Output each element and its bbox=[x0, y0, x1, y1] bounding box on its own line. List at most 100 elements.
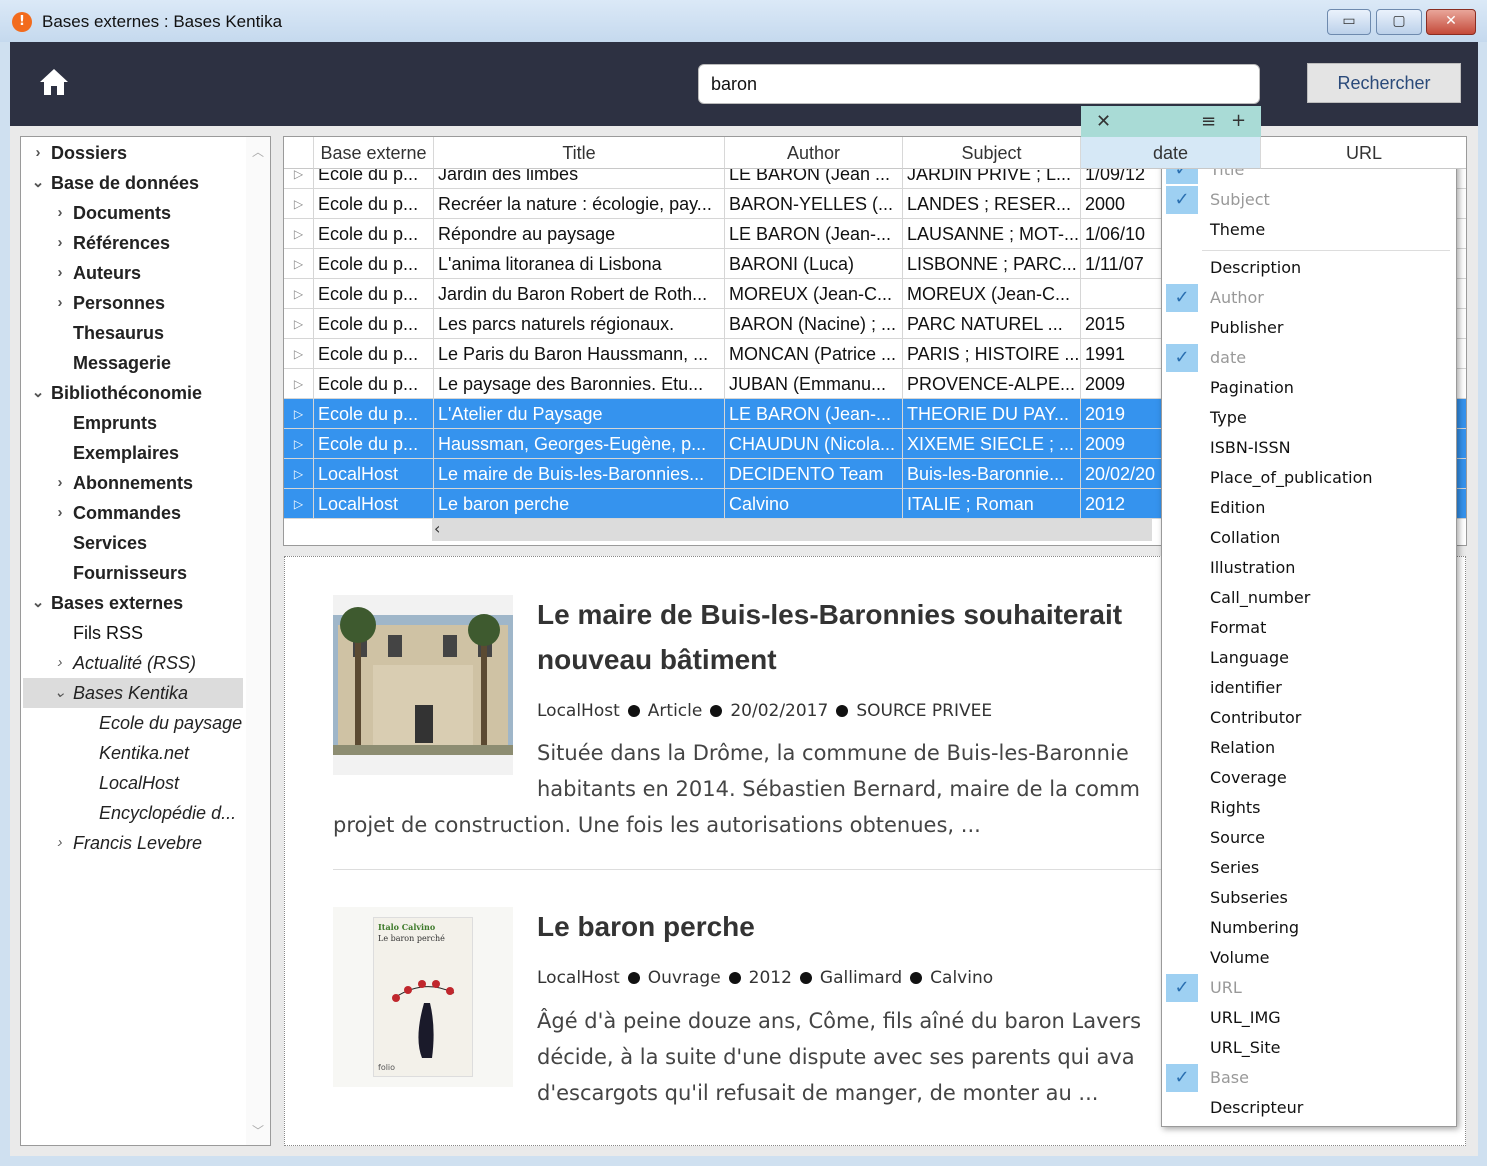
chevron-down-icon[interactable]: ⌄ bbox=[29, 378, 47, 408]
column-option[interactable]: Type bbox=[1162, 403, 1456, 433]
chevron-right-icon[interactable]: › bbox=[51, 198, 69, 228]
tree-item[interactable]: Kentika.net bbox=[23, 738, 243, 768]
tree-item[interactable]: Thesaurus bbox=[23, 318, 243, 348]
column-option[interactable]: URL_Site bbox=[1162, 1033, 1456, 1063]
tree-item[interactable]: › Références bbox=[23, 228, 243, 258]
tree-item[interactable]: › Actualité (RSS) bbox=[23, 648, 243, 678]
chevron-right-icon[interactable]: › bbox=[51, 498, 69, 528]
tree-item[interactable]: › Francis Levebre bbox=[23, 828, 243, 858]
column-option[interactable]: Illustration bbox=[1162, 553, 1456, 583]
tree-item[interactable]: › Abonnements bbox=[23, 468, 243, 498]
tree-item[interactable]: Services bbox=[23, 528, 243, 558]
minimize-button[interactable]: ▭ bbox=[1327, 9, 1371, 35]
column-option[interactable]: Place_of_publication bbox=[1162, 463, 1456, 493]
expand-row-icon[interactable]: ▷ bbox=[284, 369, 314, 399]
horizontal-scrollbar[interactable] bbox=[432, 517, 1152, 541]
expand-row-icon[interactable]: ▷ bbox=[284, 279, 314, 309]
chevron-right-icon[interactable]: › bbox=[51, 258, 69, 288]
expand-row-icon[interactable]: ▷ bbox=[284, 489, 314, 519]
tree-item[interactable]: › Documents bbox=[23, 198, 243, 228]
expand-row-icon[interactable]: ▷ bbox=[284, 309, 314, 339]
chevron-down-icon[interactable]: ⌄ bbox=[51, 678, 69, 708]
tree-item[interactable]: Ecole du paysage bbox=[23, 708, 243, 738]
card-title[interactable]: Le maire de Buis-les-Baronnies souhaiter… bbox=[537, 593, 1122, 637]
grid-header-title[interactable]: Title bbox=[434, 137, 725, 169]
home-icon[interactable] bbox=[38, 66, 70, 98]
chevron-down-icon[interactable]: ⌄ bbox=[29, 588, 47, 618]
search-input[interactable] bbox=[698, 64, 1260, 104]
expand-row-icon[interactable]: ▷ bbox=[284, 429, 314, 459]
column-option[interactable]: Source bbox=[1162, 823, 1456, 853]
expand-row-icon[interactable]: ▷ bbox=[284, 249, 314, 279]
column-option[interactable]: ✓ URL bbox=[1162, 973, 1456, 1003]
tree-item[interactable]: Encyclopédie d... bbox=[23, 798, 243, 828]
tree-item[interactable]: Fournisseurs bbox=[23, 558, 243, 588]
column-option[interactable]: Descripteur bbox=[1162, 1093, 1456, 1123]
expand-row-icon[interactable]: ▷ bbox=[284, 459, 314, 489]
grid-header-date[interactable]: date bbox=[1081, 137, 1261, 169]
search-button[interactable]: Rechercher bbox=[1307, 63, 1461, 103]
column-option[interactable]: identifier bbox=[1162, 673, 1456, 703]
scroll-down-icon[interactable]: ﹀ bbox=[252, 1122, 264, 1139]
book-cover-thumbnail[interactable]: Italo Calvino Le baron perché folio bbox=[333, 907, 513, 1087]
chevron-right-icon[interactable]: › bbox=[51, 228, 69, 258]
tree-item[interactable]: Exemplaires bbox=[23, 438, 243, 468]
grid-header-subject[interactable]: Subject bbox=[903, 137, 1081, 169]
menu-icon[interactable]: ≡ bbox=[1201, 111, 1216, 132]
chevron-right-icon[interactable]: › bbox=[51, 288, 69, 318]
grid-header-base[interactable]: Base externe bbox=[314, 137, 434, 169]
expand-row-icon[interactable]: ▷ bbox=[284, 339, 314, 369]
chevron-right-icon[interactable]: › bbox=[29, 138, 47, 168]
chevron-down-icon[interactable]: ⌄ bbox=[29, 168, 47, 198]
tree-item[interactable]: Messagerie bbox=[23, 348, 243, 378]
column-option[interactable]: Edition bbox=[1162, 493, 1456, 523]
close-button[interactable]: ✕ bbox=[1426, 9, 1476, 35]
expand-row-icon[interactable]: ▷ bbox=[284, 399, 314, 429]
tree-item[interactable]: › Dossiers bbox=[23, 138, 243, 168]
chevron-right-icon[interactable]: › bbox=[51, 828, 69, 858]
tree-item[interactable]: ⌄ Bases Kentika bbox=[23, 678, 243, 708]
column-option[interactable]: ✓ Author bbox=[1162, 283, 1456, 313]
column-option[interactable]: Publisher bbox=[1162, 313, 1456, 343]
card-title[interactable]: Le baron perche bbox=[537, 905, 755, 949]
column-option[interactable]: Coverage bbox=[1162, 763, 1456, 793]
column-option[interactable]: Pagination bbox=[1162, 373, 1456, 403]
column-option[interactable]: Numbering bbox=[1162, 913, 1456, 943]
column-option[interactable]: Subseries bbox=[1162, 883, 1456, 913]
column-option[interactable]: ✓ date bbox=[1162, 343, 1456, 373]
maximize-button[interactable]: ▢ bbox=[1376, 9, 1422, 35]
expand-row-icon[interactable]: ▷ bbox=[284, 219, 314, 249]
building-thumbnail[interactable] bbox=[333, 595, 513, 775]
grid-header-author[interactable]: Author bbox=[725, 137, 903, 169]
column-option[interactable]: ✓ Base bbox=[1162, 1063, 1456, 1093]
card-title[interactable]: nouveau bâtiment bbox=[537, 638, 777, 682]
column-option[interactable]: Description bbox=[1162, 253, 1456, 283]
add-icon[interactable]: + bbox=[1231, 110, 1246, 131]
column-option[interactable]: Collation bbox=[1162, 523, 1456, 553]
tree-item[interactable]: LocalHost bbox=[23, 768, 243, 798]
tree-item[interactable]: › Commandes bbox=[23, 498, 243, 528]
sidebar-scrollbar[interactable]: ︿ ﹀ bbox=[246, 137, 270, 1145]
column-option[interactable]: Theme bbox=[1162, 215, 1456, 245]
column-option[interactable]: URL_IMG bbox=[1162, 1003, 1456, 1033]
column-option[interactable]: Language bbox=[1162, 643, 1456, 673]
column-option[interactable]: Relation bbox=[1162, 733, 1456, 763]
chevron-right-icon[interactable]: › bbox=[51, 648, 69, 678]
close-icon[interactable]: ✕ bbox=[1096, 111, 1111, 132]
tree-item[interactable]: ⌄ Base de données bbox=[23, 168, 243, 198]
grid-header-url[interactable]: URL bbox=[1261, 137, 1466, 169]
column-option[interactable]: Call_number bbox=[1162, 583, 1456, 613]
expand-row-icon[interactable]: ▷ bbox=[284, 189, 314, 219]
tree-item[interactable]: ⌄ Bases externes bbox=[23, 588, 243, 618]
scroll-up-icon[interactable]: ︿ bbox=[252, 143, 264, 160]
column-option[interactable]: ISBN-ISSN bbox=[1162, 433, 1456, 463]
tree-item[interactable]: › Personnes bbox=[23, 288, 243, 318]
tree-item[interactable]: ⌄ Bibliothéconomie bbox=[23, 378, 243, 408]
scroll-left-icon[interactable]: ‹ bbox=[434, 517, 440, 541]
tree-item[interactable]: Emprunts bbox=[23, 408, 243, 438]
column-option[interactable]: Format bbox=[1162, 613, 1456, 643]
column-option[interactable]: Series bbox=[1162, 853, 1456, 883]
column-option[interactable]: ✓ Subject bbox=[1162, 185, 1456, 215]
chevron-right-icon[interactable]: › bbox=[51, 468, 69, 498]
column-option[interactable]: Rights bbox=[1162, 793, 1456, 823]
